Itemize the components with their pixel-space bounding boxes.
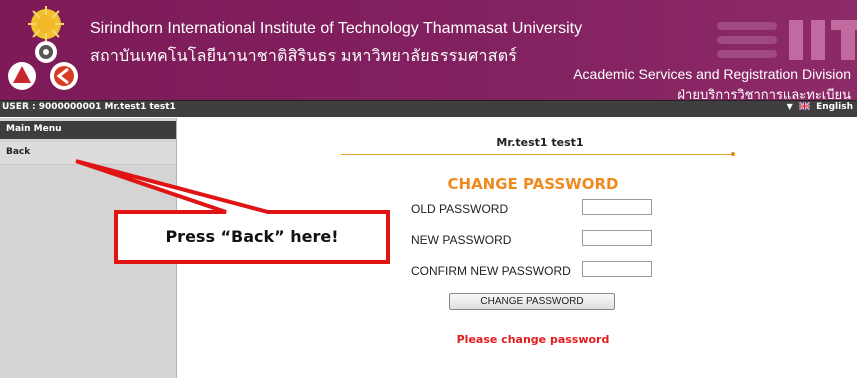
status-message: Please change password — [456, 333, 610, 346]
language-selector[interactable]: ▼ English — [787, 102, 853, 112]
sidebar-header: Main Menu — [0, 121, 176, 139]
siit-logo-icon — [717, 20, 857, 60]
new-password-input[interactable] — [582, 230, 652, 246]
divider-dot — [731, 152, 735, 156]
sidebar-item-label: Back — [6, 147, 31, 157]
new-password-label: NEW PASSWORD — [411, 233, 512, 247]
form-title: CHANGE PASSWORD — [447, 175, 619, 193]
header-banner: Sirindhorn International Institute of Te… — [0, 0, 857, 100]
division-name-en: Academic Services and Registration Divis… — [573, 66, 851, 82]
confirm-password-label: CONFIRM NEW PASSWORD — [411, 264, 571, 278]
sidebar-item-back[interactable]: Back — [0, 142, 176, 165]
institute-name-th: สถาบันเทคโนโลยีนานาชาติสิรินธร มหาวิทยาล… — [90, 48, 518, 65]
old-password-input[interactable] — [582, 199, 652, 215]
student-name: Mr.test1 test1 — [496, 136, 584, 149]
chevron-down-icon: ▼ — [786, 102, 793, 111]
user-bar: USER : 9000000001 Mr.test1 test1 ▼ Engli… — [0, 100, 857, 117]
institute-logo-icon — [8, 6, 78, 90]
confirm-password-input[interactable] — [582, 261, 652, 277]
uk-flag-icon — [798, 102, 810, 110]
language-label: English — [816, 102, 853, 112]
division-name-th: ฝ่ายบริการวิชาการและทะเบียน — [677, 87, 851, 100]
institute-name-en: Sirindhorn International Institute of Te… — [90, 20, 583, 37]
change-password-button[interactable]: CHANGE PASSWORD — [449, 293, 615, 310]
old-password-label: OLD PASSWORD — [411, 202, 509, 216]
callout-text: Press “Back” here! — [165, 227, 339, 246]
user-label: USER : 9000000001 Mr.test1 test1 — [2, 102, 176, 112]
sidebar-title: Main Menu — [6, 124, 62, 134]
divider-line — [341, 154, 733, 155]
